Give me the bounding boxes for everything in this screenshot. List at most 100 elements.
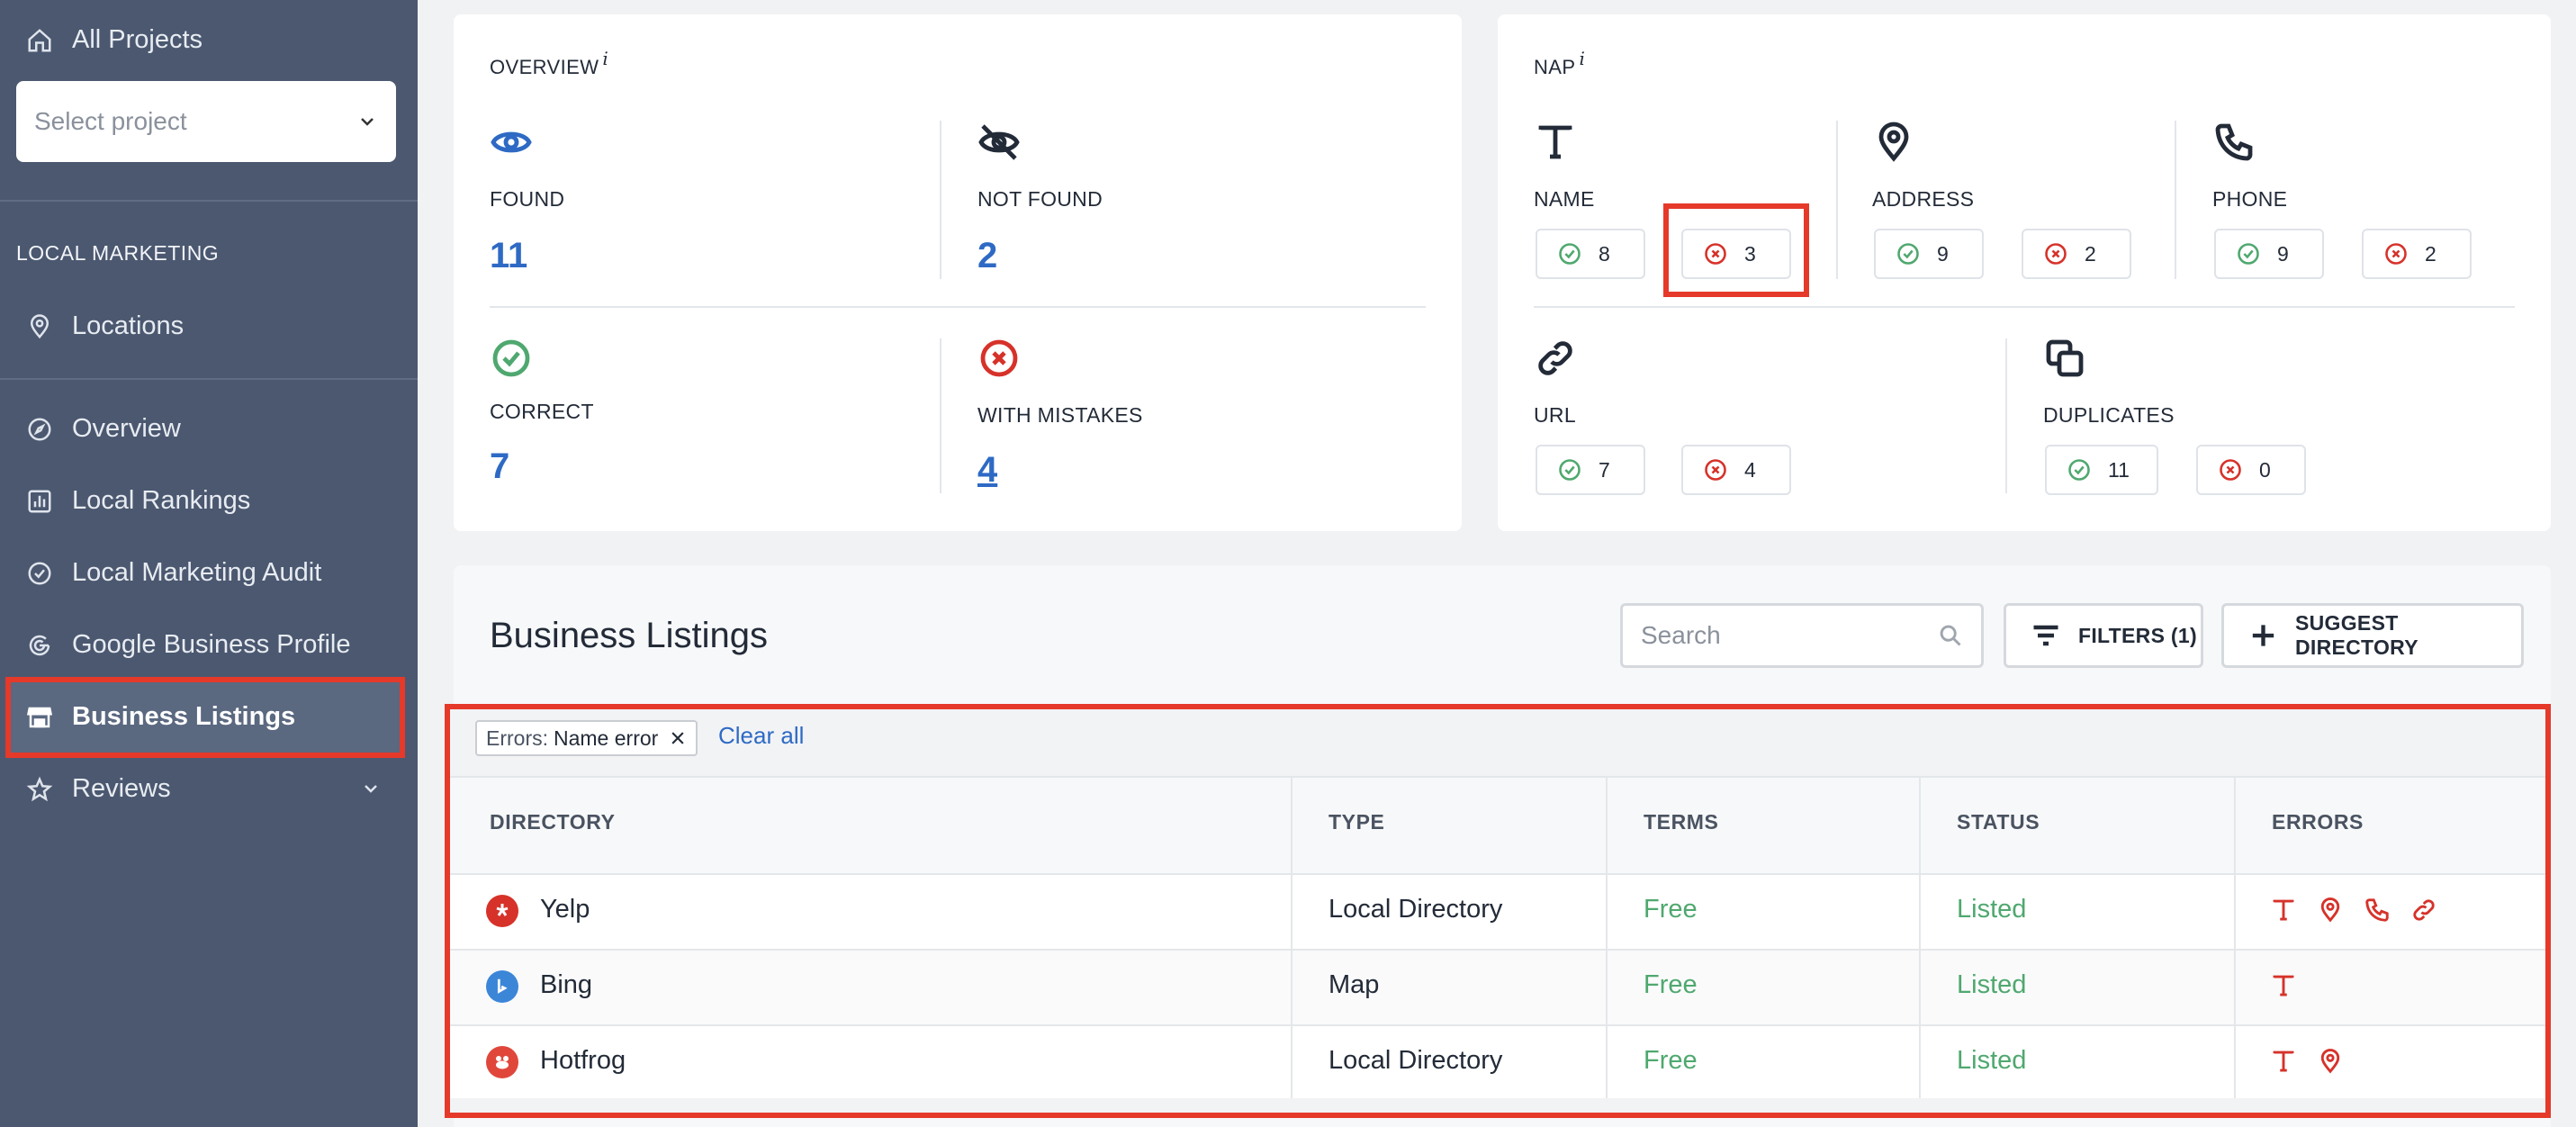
filters-button[interactable]: FILTERS (1) bbox=[2004, 603, 2203, 668]
check-circle-icon bbox=[1559, 243, 1581, 265]
nap-address-label: ADDRESS bbox=[1872, 187, 1975, 211]
sidebar-item-label: Local Rankings bbox=[72, 486, 251, 515]
error-icons bbox=[2270, 1048, 2344, 1075]
sidebar-item-business-listings[interactable]: Business Listings bbox=[25, 702, 295, 732]
check-circle-icon bbox=[1897, 243, 1919, 265]
nap-phone-ok-count: 9 bbox=[2277, 241, 2289, 266]
nap-name-err-count: 3 bbox=[1744, 241, 1756, 266]
metric-divider bbox=[2005, 338, 2007, 493]
nap-title: NAP i bbox=[1534, 48, 1586, 78]
nap-duplicates-err-filter[interactable]: 0 bbox=[2196, 445, 2306, 495]
all-projects-link[interactable]: All Projects bbox=[25, 25, 203, 55]
phone-icon bbox=[2212, 121, 2256, 164]
column-header-terms[interactable]: TERMS bbox=[1644, 810, 1719, 834]
nap-phone-err-filter[interactable]: 2 bbox=[2362, 229, 2472, 279]
column-header-errors[interactable]: ERRORS bbox=[2272, 810, 2364, 834]
found-label: FOUND bbox=[490, 187, 565, 211]
sidebar-item-label: Business Listings bbox=[72, 702, 296, 731]
nap-phone-ok-filter[interactable]: 9 bbox=[2214, 229, 2324, 279]
sidebar-item-overview[interactable]: Overview bbox=[25, 414, 181, 444]
copy-icon bbox=[2043, 337, 2086, 380]
metric-divider bbox=[2175, 121, 2176, 279]
chevron-down-icon bbox=[361, 118, 374, 126]
location-pin-icon[interactable] bbox=[2317, 1048, 2344, 1075]
sidebar-item-google-business-profile[interactable]: Google Business Profile bbox=[25, 630, 351, 660]
eye-off-icon bbox=[977, 121, 1021, 164]
metric-divider bbox=[1836, 121, 1838, 279]
directory-name[interactable]: Hotfrog bbox=[540, 1046, 626, 1076]
column-header-type[interactable]: TYPE bbox=[1329, 810, 1384, 834]
search-input[interactable]: Search bbox=[1620, 603, 1984, 668]
found-value: 11 bbox=[490, 236, 528, 275]
hotfrog-logo-icon bbox=[486, 1046, 518, 1078]
chevron-down-icon[interactable] bbox=[360, 778, 382, 804]
nap-address-ok-count: 9 bbox=[1937, 241, 1949, 266]
sidebar-item-local-rankings[interactable]: Local Rankings bbox=[25, 486, 250, 516]
metric-divider bbox=[490, 306, 1426, 308]
table-row[interactable] bbox=[450, 949, 2545, 1024]
filter-chip-value: Name error bbox=[554, 726, 659, 750]
sidebar-divider bbox=[0, 378, 418, 380]
nap-address-ok-filter[interactable]: 9 bbox=[1874, 229, 1984, 279]
x-circle-icon bbox=[977, 337, 1021, 380]
sidebar-item-label: Google Business Profile bbox=[72, 630, 351, 659]
active-filter-chip: Errors: Name error bbox=[475, 720, 698, 756]
all-projects-label: All Projects bbox=[72, 25, 203, 54]
filter-icon bbox=[2033, 625, 2058, 646]
check-circle-icon bbox=[490, 337, 533, 380]
info-icon[interactable]: i bbox=[602, 48, 608, 69]
link-icon bbox=[1534, 337, 1577, 380]
text-t-icon[interactable] bbox=[2270, 897, 2297, 924]
table-header bbox=[450, 776, 2545, 873]
nap-duplicates-ok-filter[interactable]: 11 bbox=[2045, 445, 2158, 495]
check-circle-icon bbox=[2238, 243, 2259, 265]
directory-status: Listed bbox=[1957, 970, 2027, 999]
nap-url-ok-filter[interactable]: 7 bbox=[1536, 445, 1645, 495]
home-icon bbox=[25, 26, 54, 55]
filters-button-label: FILTERS (1) bbox=[2078, 623, 2197, 647]
sidebar-item-locations[interactable]: Locations bbox=[25, 311, 184, 341]
directory-status: Listed bbox=[1957, 895, 2027, 924]
nap-name-ok-filter[interactable]: 8 bbox=[1536, 229, 1645, 279]
column-header-status[interactable]: STATUS bbox=[1957, 810, 2040, 834]
nap-url-ok-count: 7 bbox=[1599, 457, 1610, 482]
location-pin-icon[interactable] bbox=[2317, 897, 2344, 924]
nap-duplicates-err-count: 0 bbox=[2259, 457, 2271, 482]
suggest-directory-button[interactable]: SUGGEST DIRECTORY bbox=[2221, 603, 2524, 668]
sidebar: All Projects Select project LOCAL MARKET… bbox=[0, 0, 418, 1127]
project-select[interactable]: Select project bbox=[16, 81, 396, 162]
error-icons bbox=[2270, 972, 2297, 999]
x-circle-icon bbox=[2220, 459, 2241, 481]
sidebar-item-label: Reviews bbox=[72, 774, 171, 803]
nap-duplicates-ok-count: 11 bbox=[2108, 457, 2130, 482]
sidebar-item-reviews[interactable]: Reviews bbox=[25, 774, 171, 804]
with-mistakes-label: WITH MISTAKES bbox=[977, 403, 1143, 427]
project-select-placeholder: Select project bbox=[34, 107, 187, 135]
text-t-icon bbox=[1534, 121, 1577, 164]
sidebar-item-label: Local Marketing Audit bbox=[72, 558, 322, 587]
plus-icon bbox=[2252, 625, 2274, 646]
link-icon[interactable] bbox=[2410, 897, 2437, 924]
directory-name[interactable]: Bing bbox=[540, 970, 592, 1000]
column-header-directory[interactable]: DIRECTORY bbox=[490, 810, 616, 834]
sidebar-item-local-marketing-audit[interactable]: Local Marketing Audit bbox=[25, 558, 321, 588]
nap-phone-label: PHONE bbox=[2212, 187, 2288, 211]
text-t-icon[interactable] bbox=[2270, 1048, 2297, 1075]
directory-name[interactable]: Yelp bbox=[540, 895, 590, 924]
bar-chart-icon bbox=[25, 487, 54, 516]
phone-icon[interactable] bbox=[2364, 897, 2391, 924]
filter-chip-key: Errors: bbox=[486, 726, 548, 750]
clear-all-link[interactable]: Clear all bbox=[718, 722, 804, 750]
x-circle-icon bbox=[1705, 243, 1726, 265]
nap-duplicates-label: DUPLICATES bbox=[2043, 403, 2175, 427]
x-circle-icon bbox=[2385, 243, 2407, 265]
metric-divider bbox=[940, 338, 941, 493]
text-t-icon[interactable] bbox=[2270, 972, 2297, 999]
nap-url-err-filter[interactable]: 4 bbox=[1681, 445, 1791, 495]
nap-name-err-filter[interactable]: 3 bbox=[1681, 229, 1791, 279]
overview-title: OVERVIEW i bbox=[490, 48, 609, 78]
close-icon[interactable] bbox=[669, 729, 687, 747]
info-icon[interactable]: i bbox=[1579, 48, 1585, 69]
with-mistakes-link[interactable]: 4 bbox=[977, 450, 997, 491]
nap-address-err-filter[interactable]: 2 bbox=[2022, 229, 2131, 279]
